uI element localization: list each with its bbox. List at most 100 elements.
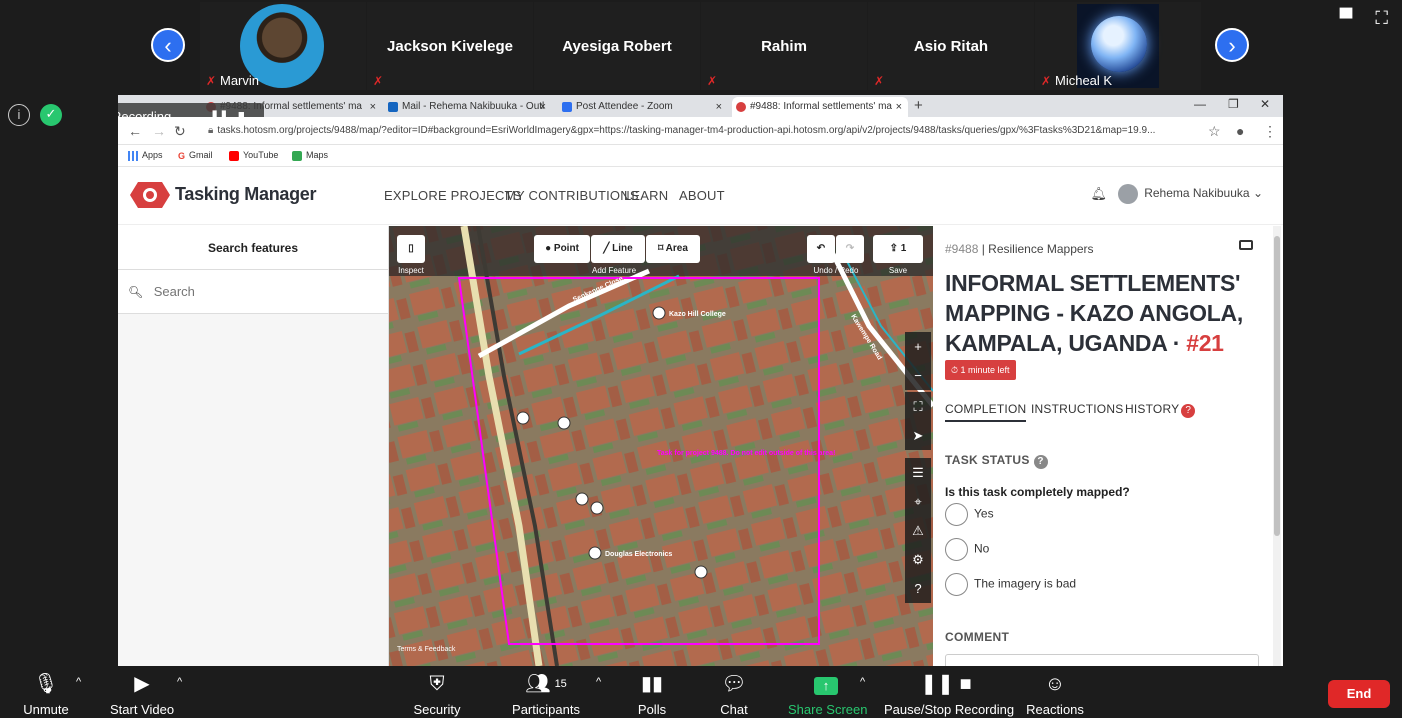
polls-button[interactable]: ▮▮ Polls <box>632 672 672 717</box>
close-window-icon[interactable]: ✕ <box>1260 97 1270 111</box>
new-tab-button[interactable]: + <box>914 97 923 114</box>
participant-tile[interactable]: ✗ Micheal K <box>1035 2 1201 90</box>
browser-tab[interactable]: Mail - Rehema Nakibuuka - Outl × <box>384 97 552 117</box>
preferences-icon[interactable]: ⚙ <box>905 545 931 574</box>
chat-button[interactable]: 💬︎ Chat <box>716 672 752 717</box>
panel-icon: ▯ <box>408 243 414 254</box>
url-field[interactable]: 🔒︎ tasks.hotosm.org/projects/9488/map/?ed… <box>208 122 1198 140</box>
option-imagery-bad[interactable]: The imagery is bad <box>945 573 1076 596</box>
option-no[interactable]: No <box>945 538 989 561</box>
profile-icon[interactable]: ● <box>1236 123 1244 139</box>
redo-button[interactable]: ↷ <box>836 235 864 263</box>
radio-button[interactable] <box>945 538 968 561</box>
gallery-prev-button[interactable]: ‹ <box>151 28 185 62</box>
participants-button[interactable]: 👥︎ 15 Participants <box>510 672 582 717</box>
participant-tile[interactable]: Ayesiga Robert <box>534 2 700 90</box>
gallery-view-icon[interactable]: ▀ <box>1340 8 1353 28</box>
audio-options-caret-icon[interactable]: ^ <box>76 676 81 688</box>
minimize-icon[interactable]: — <box>1194 97 1206 111</box>
participants-icon: 👥︎ 15 <box>525 673 567 695</box>
zoom-in-icon[interactable]: + <box>905 332 931 361</box>
participant-tile[interactable]: Jackson Kivelege ✗ <box>367 2 533 90</box>
scrollbar-thumb[interactable] <box>1274 236 1280 536</box>
completion-question: Is this task completely mapped? <box>945 485 1130 499</box>
point-button[interactable]: ● Point <box>534 235 590 263</box>
help-icon[interactable]: ? <box>1033 455 1048 469</box>
participant-tile[interactable]: ✗ Marvin <box>200 2 366 90</box>
bookmark-gmail[interactable]: G Gmail <box>178 150 213 161</box>
avatar <box>1118 184 1139 204</box>
close-icon[interactable]: × <box>370 97 376 117</box>
organisation-name[interactable]: Resilience Mappers <box>988 242 1093 256</box>
zoom-to-selection-icon[interactable]: ⛶ <box>905 392 931 421</box>
user-menu[interactable]: Rehema Nakibuuka ⌄ <box>1118 184 1263 204</box>
nav-about[interactable]: ABOUT <box>679 188 725 203</box>
nav-my-contributions[interactable]: MY CONTRIBUTIONS <box>505 188 639 203</box>
video-options-caret-icon[interactable]: ^ <box>177 676 182 688</box>
radio-button[interactable] <box>945 503 968 526</box>
security-button[interactable]: ⛨ Security <box>412 672 462 717</box>
option-yes[interactable]: Yes <box>945 503 994 526</box>
inspect-button[interactable]: ▯ <box>397 235 425 263</box>
close-icon[interactable]: × <box>540 97 546 117</box>
start-video-button[interactable]: ▶︎ Start Video <box>110 672 174 717</box>
close-icon[interactable]: × <box>716 97 722 117</box>
gallery-next-button[interactable]: › <box>1215 28 1249 62</box>
map-data-icon[interactable]: ⌖ <box>905 487 931 516</box>
close-icon[interactable]: × <box>896 97 902 117</box>
radio-button[interactable] <box>945 573 968 596</box>
save-button[interactable]: ⇪ 1 <box>873 235 923 263</box>
hot-logo-icon[interactable] <box>130 182 170 208</box>
scrollbar[interactable] <box>1273 226 1281 666</box>
bookmark-maps[interactable]: Maps <box>292 150 328 161</box>
share-options-caret-icon[interactable]: ^ <box>860 676 865 688</box>
info-icon[interactable]: i <box>8 104 30 126</box>
terms-link[interactable]: Terms & Feedback <box>397 646 455 653</box>
area-button[interactable]: ⌑ Area <box>646 235 700 263</box>
undo-button[interactable]: ↶ <box>807 235 835 263</box>
forward-icon[interactable]: → <box>152 123 166 139</box>
end-meeting-button[interactable]: End <box>1328 680 1390 708</box>
map-editor[interactable]: Kazo Hill College Douglas Electronics Se… <box>389 226 933 666</box>
help-icon[interactable]: ? <box>905 574 931 603</box>
zoom-out-icon[interactable]: − <box>905 361 931 390</box>
bookmark-star-icon[interactable]: ☆ <box>1208 123 1221 140</box>
search-input[interactable] <box>153 284 354 299</box>
tab-completion[interactable]: COMPLETION <box>945 402 1027 422</box>
geolocate-icon[interactable]: ➤ <box>905 421 931 450</box>
project-id[interactable]: #9488 <box>945 242 978 256</box>
issues-icon[interactable]: ⚠ <box>905 516 931 545</box>
panel-toggle-icon[interactable] <box>1239 240 1253 250</box>
bookmark-apps[interactable]: Apps <box>128 150 163 161</box>
maps-icon <box>292 150 302 161</box>
unmute-button[interactable]: 🎙︎ Unmute <box>22 672 70 717</box>
reload-icon[interactable]: ↻ <box>174 123 186 140</box>
share-screen-button[interactable]: ↑ Share Screen <box>788 672 868 717</box>
nav-learn[interactable]: LEARN <box>624 188 668 203</box>
participant-tile[interactable]: Rahim ✗ <box>701 2 867 90</box>
restore-icon[interactable]: ❐ <box>1228 97 1239 111</box>
menu-icon[interactable]: ⋮ <box>1263 123 1277 140</box>
tab-history[interactable]: HISTORY? <box>1125 402 1196 418</box>
fullscreen-icon[interactable]: ⛶ <box>1375 8 1388 28</box>
bell-icon[interactable]: 🔔︎ <box>1090 186 1107 202</box>
reactions-button[interactable]: ☺ Reactions <box>1026 672 1084 717</box>
browser-tab[interactable]: Post Attendee - Zoom × <box>558 97 728 117</box>
participant-tile[interactable]: Asio Ritah ✗ <box>868 2 1034 90</box>
satellite-map[interactable]: Kazo Hill College Douglas Electronics Se… <box>389 226 933 666</box>
tab-instructions[interactable]: INSTRUCTIONS <box>1031 402 1123 416</box>
participants-caret-icon[interactable]: ^ <box>596 676 601 688</box>
background-layers-icon[interactable]: ☰ <box>905 458 931 487</box>
comment-textarea[interactable] <box>945 654 1259 666</box>
bookmark-youtube[interactable]: YouTube <box>229 150 278 161</box>
nav-explore-projects[interactable]: EXPLORE PROJECTS <box>384 188 522 203</box>
pause-stop-recording-button[interactable]: ❚❚ ■ Pause/Stop Recording <box>884 672 1014 717</box>
line-button[interactable]: ╱ Line <box>591 235 645 263</box>
browser-tab-active[interactable]: #9488: Informal settlements' ma × <box>732 97 908 117</box>
back-icon[interactable]: ← <box>128 123 142 139</box>
muted-mic-icon: ✗ <box>707 74 718 88</box>
app-title[interactable]: Tasking Manager <box>175 184 317 205</box>
participant-name: Ayesiga Robert <box>562 38 672 55</box>
participant-name: Rahim <box>761 38 807 55</box>
shield-icon[interactable]: ✓ <box>40 104 62 126</box>
